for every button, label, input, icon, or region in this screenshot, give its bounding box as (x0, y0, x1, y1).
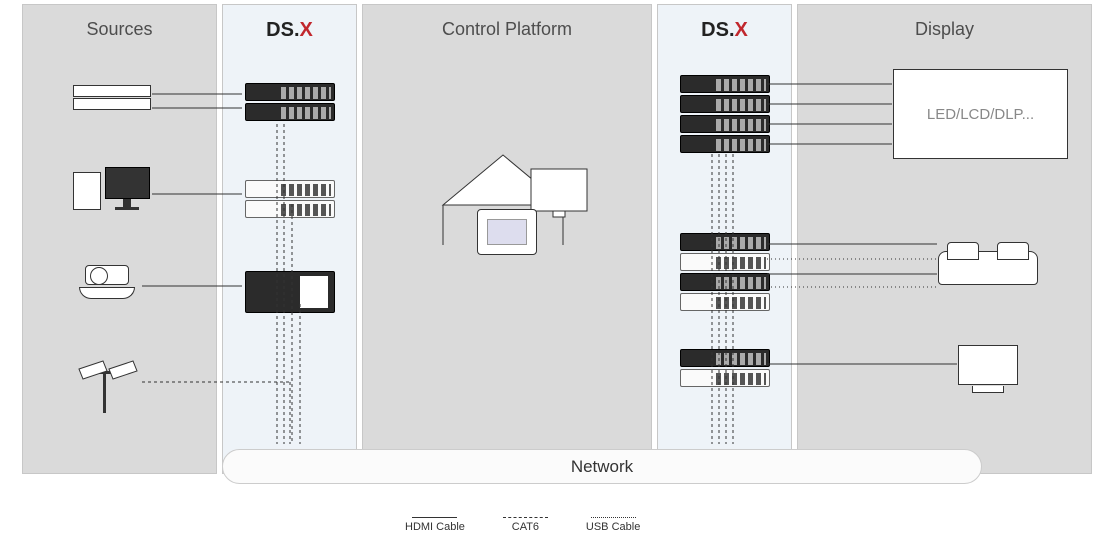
network-label: Network (571, 457, 633, 477)
dsx-right-header: DS.X (658, 5, 791, 42)
videowall: LED/LCD/DLP... (893, 69, 1068, 159)
legend-hdmi: HDMI Cable (405, 517, 465, 533)
legend-cat6-label: CAT6 (512, 521, 539, 533)
encoder-stack-1 (245, 83, 335, 123)
dsx-left-header: DS.X (223, 5, 356, 42)
single-monitor-icon (958, 345, 1018, 385)
legend: HDMI Cable CAT6 USB Cable (405, 510, 765, 540)
rack-server-icon (73, 85, 151, 111)
encoder-2 (245, 180, 335, 220)
column-dsx-decoders: DS.X (657, 4, 792, 474)
usb-line-icon (591, 517, 636, 518)
videowall-label: LED/LCD/DLP... (927, 106, 1034, 123)
column-dsx-encoders: DS.X (222, 4, 357, 474)
pc-icon (73, 167, 155, 213)
cctv-camera-icon (73, 355, 141, 415)
hdmi-line-icon (412, 517, 457, 518)
touch-panel-icon (477, 209, 537, 255)
control-platform-header: Control Platform (363, 5, 651, 40)
legend-usb-label: USB Cable (586, 521, 640, 533)
display-header: Display (798, 5, 1091, 40)
ptz-camera-icon (73, 265, 141, 301)
legend-usb: USB Cable (586, 517, 640, 533)
column-sources: Sources (22, 4, 217, 474)
column-display: Display LED/LCD/DLP... (797, 4, 1092, 474)
cat6-line-icon (503, 517, 548, 518)
decoder-stack-3 (680, 349, 770, 389)
network-bar: Network (222, 449, 982, 484)
legend-cat6: CAT6 (503, 517, 548, 533)
decoder-stack-2 (680, 233, 770, 313)
column-control-platform: Control Platform (362, 4, 652, 474)
diagram-canvas: Sources DS.X (22, 4, 1092, 484)
encoder-3 (245, 271, 335, 313)
control-desk-illustration (433, 135, 593, 255)
decoder-stack-1 (680, 75, 770, 155)
legend-hdmi-label: HDMI Cable (405, 521, 465, 533)
operator-console-icon (938, 251, 1038, 285)
sources-header: Sources (23, 5, 216, 40)
